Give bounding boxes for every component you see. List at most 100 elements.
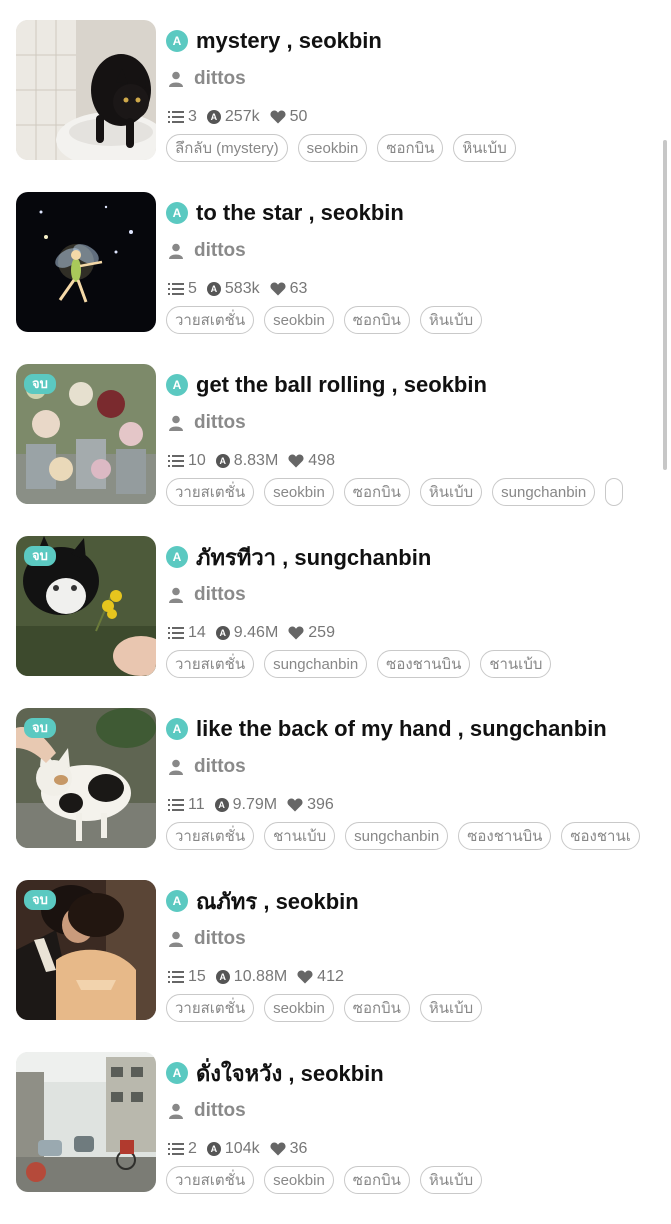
heart-icon	[287, 798, 303, 812]
tag-list: วายสเตชั่น seokbin ซอกบิน หินเบ้บ sungch…	[166, 478, 640, 508]
tag-chip[interactable]	[605, 478, 624, 506]
chapter-count: 15	[168, 968, 206, 986]
person-icon	[169, 759, 183, 775]
view-count: A 257k	[206, 108, 260, 126]
tag-chip[interactable]: sungchanbin	[492, 478, 596, 506]
street-thumbnail-image	[16, 1052, 156, 1192]
story-card[interactable]: จบ A ภัทรทีวา , sungchanbin dittos 14 A …	[0, 536, 671, 708]
person-icon	[169, 1103, 183, 1119]
story-card[interactable]: A ดั่งใจหวัง , seokbin dittos 2 A 104k 3	[0, 1052, 671, 1224]
view-count: A 104k	[206, 1140, 260, 1158]
tag-chip[interactable]: หินเบ้บ	[419, 306, 483, 334]
view-count: A 583k	[206, 280, 260, 298]
story-title[interactable]: mystery , seokbin	[196, 28, 382, 54]
tag-chip[interactable]: sungchanbin	[264, 650, 368, 678]
views-icon: A	[215, 454, 230, 468]
story-title[interactable]: ดั่งใจหวัง , seokbin	[196, 1056, 384, 1091]
story-card[interactable]: จบ A like the back of my hand , sungchan…	[0, 708, 671, 880]
heart-icon	[270, 282, 286, 296]
views-icon: A	[206, 282, 221, 296]
story-app-icon: A	[166, 1062, 188, 1084]
list-icon	[168, 799, 184, 811]
tag-chip[interactable]: sungchanbin	[345, 822, 449, 850]
tag-chip[interactable]: ซองชานบิน	[458, 822, 552, 850]
story-thumbnail[interactable]	[16, 20, 156, 160]
chapter-count: 2	[168, 1140, 197, 1158]
person-icon	[169, 931, 183, 947]
story-app-icon: A	[166, 374, 188, 396]
story-app-icon: A	[166, 202, 188, 224]
chapter-count: 10	[168, 452, 206, 470]
story-card[interactable]: จบ A get the ball rolling , seokbin ditt…	[0, 364, 671, 536]
tag-chip[interactable]: ลึกลับ (mystery)	[166, 134, 288, 162]
tag-chip[interactable]: วายสเตชั่น	[166, 478, 255, 506]
tag-chip[interactable]: หินเบ้บ	[419, 994, 483, 1022]
story-thumbnail[interactable]	[16, 1052, 156, 1192]
tag-chip[interactable]: seokbin	[264, 478, 334, 506]
story-author[interactable]: dittos	[194, 928, 246, 950]
tag-list: วายสเตชั่น seokbin ซอกบิน หินเบ้บ	[166, 1166, 640, 1196]
tag-chip[interactable]: ซอกบิน	[377, 134, 444, 162]
tag-chip[interactable]: seokbin	[264, 306, 334, 334]
tag-chip[interactable]: วายสเตชั่น	[166, 650, 255, 678]
tag-chip[interactable]: หินเบ้บ	[419, 478, 483, 506]
story-thumbnail[interactable]	[16, 192, 156, 332]
tag-chip[interactable]: seokbin	[297, 134, 368, 162]
story-title[interactable]: ภัทรทีวา , sungchanbin	[196, 540, 431, 575]
tag-chip[interactable]: ชานเบ้บ	[264, 822, 336, 850]
story-app-icon: A	[166, 546, 188, 568]
tag-chip[interactable]: วายสเตชั่น	[166, 994, 255, 1022]
tag-chip[interactable]: วายสเตชั่น	[166, 822, 255, 850]
story-author[interactable]: dittos	[194, 240, 246, 262]
tag-chip[interactable]: ซอกบิน	[343, 994, 410, 1022]
views-icon: A	[214, 798, 229, 812]
list-icon	[168, 283, 184, 295]
story-title[interactable]: ณภัทร , seokbin	[196, 884, 359, 919]
tag-chip[interactable]: seokbin	[264, 1166, 334, 1194]
tag-chip[interactable]: ซอกบิน	[343, 1166, 410, 1194]
story-author[interactable]: dittos	[194, 68, 246, 90]
story-title[interactable]: to the star , seokbin	[196, 200, 404, 226]
tag-chip[interactable]: ซองชานบิน	[377, 650, 471, 678]
story-card[interactable]: A to the star , seokbin dittos 5 A 583k	[0, 192, 671, 364]
view-count: A 9.79M	[214, 796, 277, 814]
heart-icon	[270, 110, 286, 124]
tag-chip[interactable]: วายสเตชั่น	[166, 1166, 255, 1194]
tag-list: วายสเตชั่น ชานเบ้บ sungchanbin ซองชานบิน…	[166, 822, 640, 852]
tag-chip[interactable]: หินเบ้บ	[453, 134, 516, 162]
story-title[interactable]: like the back of my hand , sungchanbin	[196, 716, 607, 742]
completed-badge: จบ	[24, 890, 56, 910]
heart-icon	[288, 454, 304, 468]
story-card[interactable]: จบ A ณภัทร , seokbin dittos 15 A 10.88M	[0, 880, 671, 1052]
story-title[interactable]: get the ball rolling , seokbin	[196, 372, 487, 398]
tag-chip[interactable]: หินเบ้บ	[419, 1166, 483, 1194]
view-count: A 10.88M	[215, 968, 287, 986]
tag-list: วายสเตชั่น seokbin ซอกบิน หินเบ้บ	[166, 994, 640, 1024]
heart-icon	[288, 626, 304, 640]
like-count: 498	[288, 452, 335, 470]
story-thumbnail[interactable]: จบ	[16, 708, 156, 848]
story-author[interactable]: dittos	[194, 1100, 246, 1122]
view-count: A 9.46M	[215, 624, 278, 642]
tag-chip[interactable]: ซองชานเ	[561, 822, 640, 850]
like-count: 396	[287, 796, 334, 814]
person-icon	[169, 587, 183, 603]
story-thumbnail[interactable]: จบ	[16, 880, 156, 1020]
tag-chip[interactable]: วายสเตชั่น	[166, 306, 255, 334]
story-author[interactable]: dittos	[194, 584, 246, 606]
fairy-thumbnail-image	[16, 192, 156, 332]
story-author[interactable]: dittos	[194, 412, 246, 434]
story-author[interactable]: dittos	[194, 756, 246, 778]
scrollbar[interactable]	[663, 140, 667, 470]
views-icon: A	[215, 970, 230, 984]
tag-chip[interactable]: ซอกบิน	[343, 306, 410, 334]
story-thumbnail[interactable]: จบ	[16, 536, 156, 676]
tag-chip[interactable]: ซอกบิน	[343, 478, 410, 506]
list-icon	[168, 971, 184, 983]
story-thumbnail[interactable]: จบ	[16, 364, 156, 504]
like-count: 36	[270, 1140, 307, 1158]
tag-chip[interactable]: seokbin	[264, 994, 334, 1022]
story-app-icon: A	[166, 30, 188, 52]
story-card[interactable]: A mystery , seokbin dittos 3 A 257k 50 ล…	[0, 20, 671, 192]
tag-chip[interactable]: ชานเบ้บ	[480, 650, 552, 678]
